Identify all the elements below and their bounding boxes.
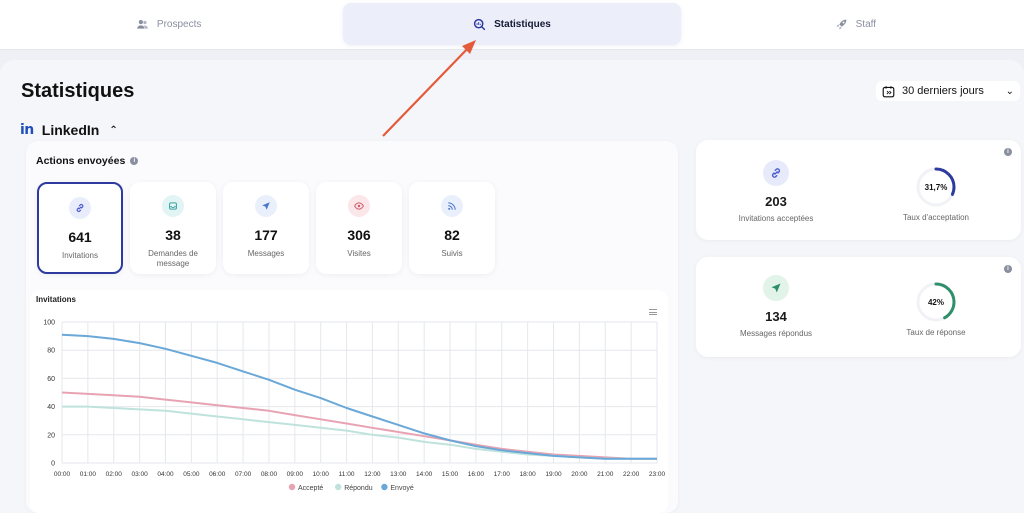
- x-tick-label: 09:00: [287, 471, 304, 478]
- y-tick-label: 0: [51, 461, 55, 468]
- stat-label: Messages répondus: [739, 329, 813, 338]
- x-tick-label: 05:00: [183, 471, 200, 478]
- legend-marker: [335, 483, 342, 491]
- y-tick-label: 80: [47, 348, 55, 355]
- stat-label: Invitations acceptées: [738, 214, 814, 223]
- response-rate-gauge: 42%: [914, 280, 958, 324]
- series-line: [62, 405, 657, 460]
- y-tick-label: 20: [47, 432, 55, 439]
- y-tick-label: 100: [43, 320, 55, 327]
- stat-card-messages: i 134 Messages répondus 42% Taux de répo…: [696, 257, 1021, 357]
- y-tick-label: 40: [47, 404, 55, 411]
- x-tick-label: 19:00: [545, 471, 562, 478]
- x-tick-label: 23:00: [649, 471, 666, 478]
- x-tick-label: 06:00: [209, 471, 226, 478]
- x-tick-label: 13:00: [390, 471, 407, 478]
- x-tick-label: 07:00: [235, 471, 252, 478]
- legend-label: Répondu: [344, 485, 373, 492]
- series-line: [61, 333, 657, 460]
- legend-marker: [288, 483, 296, 491]
- x-tick-label: 17:00: [494, 471, 511, 478]
- legend-label: Accepté: [298, 485, 323, 492]
- legend-label: Envoyé: [390, 485, 413, 492]
- stat-right: 42% Taux de réponse: [886, 280, 986, 337]
- gauge-caption: Taux de réponse: [906, 328, 966, 337]
- x-tick-label: 08:00: [261, 471, 278, 478]
- gauge-value: 31,7%: [924, 182, 948, 192]
- x-tick-label: 01:00: [80, 471, 97, 478]
- info-icon[interactable]: i: [1004, 148, 1012, 156]
- x-tick-label: 02:00: [106, 471, 123, 478]
- x-tick-label: 10:00: [313, 471, 330, 478]
- x-tick-label: 12:00: [364, 471, 381, 478]
- stat-value: 134: [765, 309, 787, 324]
- legend-marker: [381, 483, 388, 491]
- gauge-value: 42%: [927, 297, 944, 307]
- x-tick-label: 04:00: [157, 471, 174, 478]
- series-line: [61, 391, 657, 460]
- x-tick-label: 00:00: [54, 471, 71, 478]
- x-tick-label: 18:00: [520, 471, 537, 478]
- x-tick-label: 22:00: [623, 471, 640, 478]
- x-tick-label: 16:00: [468, 471, 485, 478]
- stat-value: 203: [765, 194, 787, 209]
- gauge-caption: Taux d'acceptation: [902, 213, 969, 222]
- stat-left: 203 Invitations acceptées: [726, 160, 826, 223]
- x-tick-label: 14:00: [416, 471, 433, 478]
- x-tick-label: 11:00: [339, 471, 355, 478]
- stat-left: 134 Messages répondus: [726, 275, 826, 338]
- info-icon[interactable]: i: [1004, 265, 1012, 273]
- send-icon: [763, 275, 789, 301]
- x-tick-label: 03:00: [131, 471, 148, 478]
- x-tick-label: 20:00: [571, 471, 588, 478]
- x-tick-label: 15:00: [442, 471, 459, 478]
- stat-right: 31,7% Taux d'acceptation: [886, 165, 986, 222]
- y-tick-label: 60: [47, 376, 55, 383]
- x-tick-label: 21:00: [597, 471, 614, 478]
- link-icon: [763, 160, 789, 186]
- acceptance-rate-gauge: 31,7%: [914, 165, 958, 209]
- stat-card-invitations: i 203 Invitations acceptées 31,7% Taux d…: [696, 140, 1021, 240]
